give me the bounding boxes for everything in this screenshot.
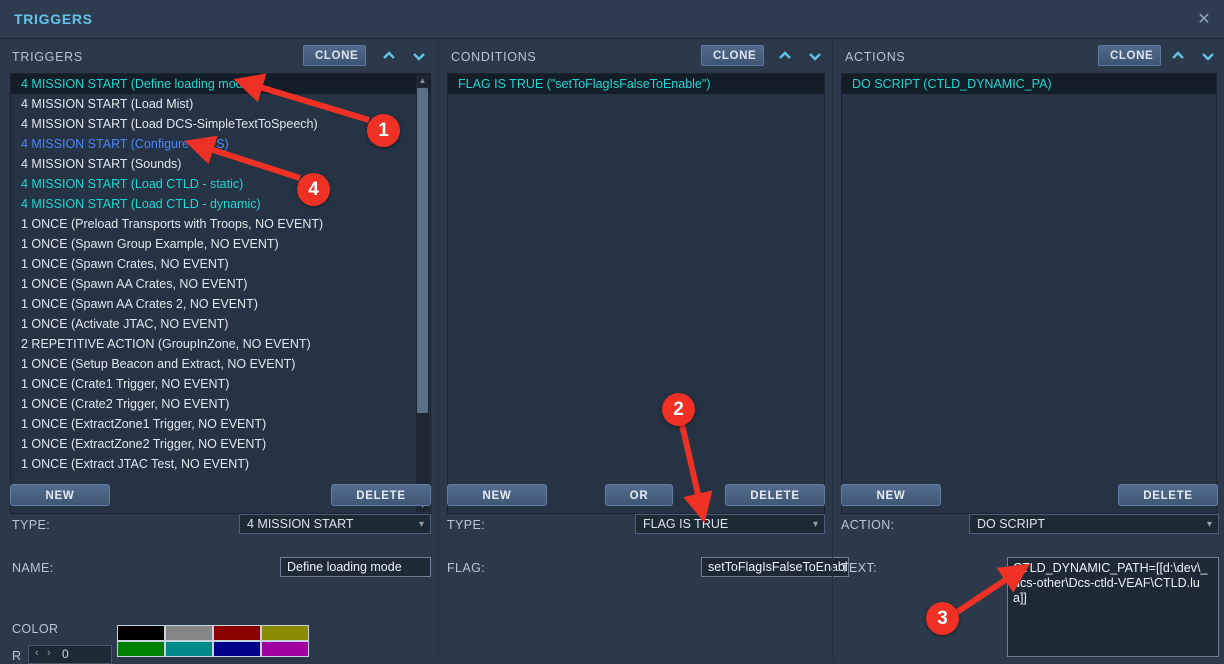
list-item[interactable]: 1 ONCE (Spawn AA Crates 2, NO EVENT) — [11, 294, 430, 314]
list-item[interactable]: 1 ONCE (Crate1 Trigger, NO EVENT) — [11, 374, 430, 394]
conditions-flag-label: FLAG: — [447, 561, 485, 575]
chevron-down-icon: ▾ — [813, 515, 818, 534]
actions-action-select[interactable]: DO SCRIPT ▾ — [969, 514, 1219, 534]
triggers-panel-header: TRIGGERS CLONE — [0, 39, 438, 73]
triggers-new-button[interactable]: NEW — [10, 484, 110, 506]
triggers-list-scrollbar[interactable]: ▲ ▼ — [416, 75, 429, 512]
actions-panel-header: ACTIONS CLONE — [833, 39, 1224, 73]
color-swatch[interactable] — [213, 641, 261, 657]
color-swatch[interactable] — [165, 641, 213, 657]
conditions-panel-header: CONDITIONS CLONE — [439, 39, 833, 73]
actions-action-label: ACTION: — [841, 518, 895, 532]
actions-new-button[interactable]: NEW — [841, 484, 941, 506]
actions-list-rows: DO SCRIPT (CTLD_DYNAMIC_PA) — [842, 74, 1216, 94]
conditions-type-label: TYPE: — [447, 518, 485, 532]
actions-move-up-icon[interactable] — [1168, 47, 1188, 65]
list-item[interactable]: 1 ONCE (ExtractZone1 Trigger, NO EVENT) — [11, 414, 430, 434]
actions-delete-button[interactable]: DELETE — [1118, 484, 1218, 506]
list-item[interactable]: 4 MISSION START (Load CTLD - dynamic) — [11, 194, 430, 214]
list-item[interactable]: 1 ONCE (Spawn AA Crates, NO EVENT) — [11, 274, 430, 294]
list-item[interactable]: DO SCRIPT (CTLD_DYNAMIC_PA) — [842, 74, 1216, 94]
triggers-move-up-icon[interactable] — [379, 47, 399, 65]
list-item[interactable]: 1 ONCE (Crate2 Trigger, NO EVENT) — [11, 394, 430, 414]
list-item[interactable]: 2 REPETITIVE ACTION (GroupInZone, NO EVE… — [11, 334, 430, 354]
chevron-down-icon: ▾ — [419, 515, 424, 534]
list-item[interactable]: 4 MISSION START (Sounds) — [11, 154, 430, 174]
color-swatch-row — [117, 641, 315, 657]
stepper-right-icon[interactable]: › — [47, 647, 51, 659]
actions-panel: ACTIONS CLONE DO SCRIPT (CTLD_DYNAMIC_PA… — [832, 39, 1224, 660]
conditions-move-up-icon[interactable] — [775, 47, 795, 65]
list-item[interactable]: 4 MISSION START (Load Mist) — [11, 94, 430, 114]
color-label: COLOR — [12, 622, 58, 636]
conditions-clone-button[interactable]: CLONE — [701, 45, 764, 66]
list-item[interactable]: 4 MISSION START (Load CTLD - static) — [11, 174, 430, 194]
chevron-down-icon: ▾ — [1207, 515, 1212, 534]
list-item[interactable]: 1 ONCE (Spawn Group Example, NO EVENT) — [11, 234, 430, 254]
list-item[interactable]: 4 MISSION START (Configure STTS) — [11, 134, 430, 154]
color-swatch[interactable] — [117, 625, 165, 641]
triggers-name-input[interactable]: Define loading mode — [280, 557, 431, 577]
actions-text-label: TEXT: — [841, 561, 877, 575]
actions-action-value: DO SCRIPT — [977, 517, 1045, 531]
actions-text-input[interactable]: CTLD_DYNAMIC_PATH=[[d:\dev\_dcs-other\Dc… — [1007, 557, 1219, 657]
list-item[interactable]: 1 ONCE (Spawn Crates, NO EVENT) — [11, 254, 430, 274]
conditions-delete-button[interactable]: DELETE — [725, 484, 825, 506]
color-swatch[interactable] — [261, 625, 309, 641]
actions-list[interactable]: DO SCRIPT (CTLD_DYNAMIC_PA) — [841, 73, 1217, 514]
annotation-marker-4: 4 — [297, 173, 330, 206]
actions-panel-title: ACTIONS — [845, 50, 905, 64]
triggers-panel-title: TRIGGERS — [12, 50, 83, 64]
annotation-marker-3: 3 — [926, 602, 959, 635]
conditions-new-button[interactable]: NEW — [447, 484, 547, 506]
list-item[interactable]: 1 ONCE (Preload Transports with Troops, … — [11, 214, 430, 234]
conditions-type-select[interactable]: FLAG IS TRUE ▾ — [635, 514, 825, 534]
triggers-type-label: TYPE: — [12, 518, 50, 532]
rgb-red-label: R — [12, 649, 21, 663]
list-item[interactable]: 4 MISSION START (Define loading mode) — [11, 74, 430, 94]
stepper-left-icon[interactable]: ‹ — [35, 647, 39, 659]
page-title: TRIGGERS — [14, 11, 93, 27]
color-swatch[interactable] — [117, 641, 165, 657]
list-item[interactable]: 1 ONCE (Extract JTAC Test, NO EVENT) — [11, 454, 430, 474]
annotation-marker-2: 2 — [662, 393, 695, 426]
scroll-up-icon[interactable]: ▲ — [416, 75, 429, 87]
list-item[interactable]: 1 ONCE (Setup Beacon and Extract, NO EVE… — [11, 354, 430, 374]
rgb-red-stepper[interactable]: ‹ › 0 — [28, 645, 112, 664]
conditions-panel-title: CONDITIONS — [451, 50, 536, 64]
conditions-flag-input[interactable]: setToFlagIsFalseToEnable — [701, 557, 849, 577]
actions-move-down-icon[interactable] — [1198, 47, 1218, 65]
actions-clone-button[interactable]: CLONE — [1098, 45, 1161, 66]
triggers-type-value: 4 MISSION START — [247, 517, 354, 531]
triggers-name-label: NAME: — [12, 561, 54, 575]
conditions-or-button[interactable]: OR — [605, 484, 673, 506]
color-swatch[interactable] — [165, 625, 213, 641]
close-icon[interactable]: ✕ — [1194, 10, 1214, 30]
color-swatch-grid — [117, 625, 315, 657]
list-item[interactable]: 1 ONCE (Activate JTAC, NO EVENT) — [11, 314, 430, 334]
color-swatch[interactable] — [261, 641, 309, 657]
annotation-marker-1: 1 — [367, 114, 400, 147]
color-swatch[interactable] — [213, 625, 261, 641]
conditions-type-value: FLAG IS TRUE — [643, 517, 728, 531]
triggers-move-down-icon[interactable] — [409, 47, 429, 65]
conditions-panel: CONDITIONS CLONE FLAG IS TRUE ("setToFla… — [438, 39, 833, 660]
conditions-list-rows: FLAG IS TRUE ("setToFlagIsFalseToEnable"… — [448, 74, 824, 94]
conditions-move-down-icon[interactable] — [805, 47, 825, 65]
list-item[interactable]: 1 ONCE (ExtractZone2 Trigger, NO EVENT) — [11, 434, 430, 454]
scrollbar-thumb[interactable] — [417, 88, 428, 413]
triggers-delete-button[interactable]: DELETE — [331, 484, 431, 506]
triggers-clone-button[interactable]: CLONE — [303, 45, 366, 66]
conditions-list[interactable]: FLAG IS TRUE ("setToFlagIsFalseToEnable"… — [447, 73, 825, 514]
rgb-red-value: 0 — [62, 647, 69, 661]
triggers-list[interactable]: 4 MISSION START (Define loading mode)4 M… — [10, 73, 431, 514]
window-title-bar: TRIGGERS ✕ — [0, 0, 1224, 39]
triggers-type-select[interactable]: 4 MISSION START ▾ — [239, 514, 431, 534]
color-swatch-row — [117, 625, 315, 641]
list-item[interactable]: FLAG IS TRUE ("setToFlagIsFalseToEnable"… — [448, 74, 824, 94]
